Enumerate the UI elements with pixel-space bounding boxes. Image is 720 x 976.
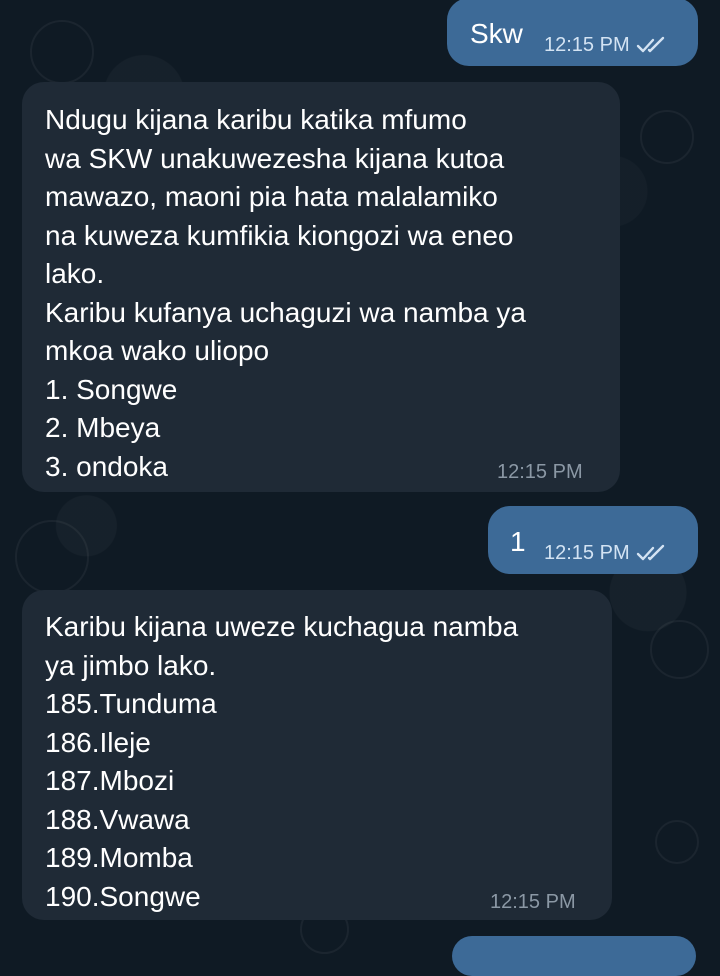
- message-time: 12:15 PM: [497, 461, 583, 483]
- background-doodle: [30, 20, 94, 84]
- message-meta: 12:15 PM: [497, 462, 583, 482]
- outgoing-message[interactable]: 1 12:15 PM: [488, 506, 698, 574]
- message-meta: 12:15 PM: [544, 543, 670, 563]
- message-time: 12:15 PM: [544, 542, 630, 564]
- message-time: 12:15 PM: [490, 891, 576, 913]
- incoming-message[interactable]: Karibu kijana uweze kuchagua namba ya ji…: [22, 590, 612, 920]
- outgoing-message[interactable]: Skw 12:15 PM: [447, 0, 698, 66]
- background-doodle: [650, 620, 709, 679]
- incoming-message[interactable]: Ndugu kijana karibu katika mfumo wa SKW …: [22, 82, 620, 492]
- background-doodle: [15, 520, 89, 594]
- background-doodle: [640, 110, 694, 164]
- background-doodle: [655, 820, 699, 864]
- message-meta: 12:15 PM: [490, 892, 576, 912]
- double-check-icon: [636, 544, 664, 561]
- message-meta: 12:15 PM: [544, 35, 670, 55]
- message-text: Ndugu kijana karibu katika mfumo wa SKW …: [45, 104, 526, 482]
- outgoing-message-partial[interactable]: [452, 936, 696, 976]
- message-text: 1: [510, 526, 526, 557]
- message-text: Skw: [470, 18, 523, 49]
- message-time: 12:15 PM: [544, 34, 630, 56]
- double-check-icon: [636, 36, 664, 53]
- message-text: Karibu kijana uweze kuchagua namba ya ji…: [45, 611, 519, 912]
